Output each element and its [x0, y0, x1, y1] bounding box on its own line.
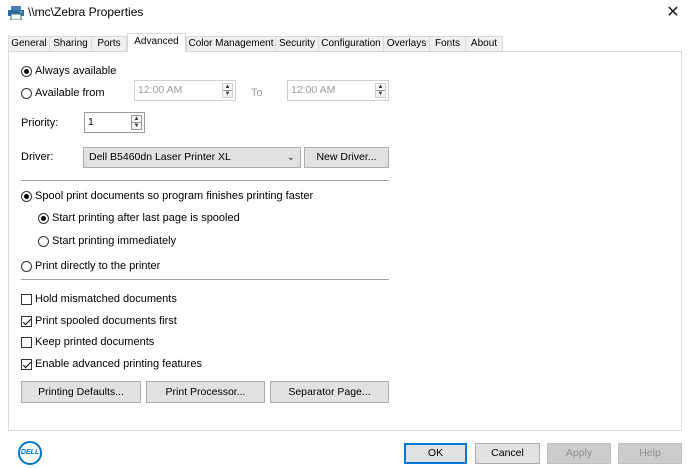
- print-directly-label: Print directly to the printer: [35, 260, 161, 272]
- driver-select[interactable]: Dell B5460dn Laser Printer XL ⌄: [83, 147, 301, 168]
- print-spooled-first-checkbox[interactable]: [21, 316, 32, 327]
- to-time-spinner[interactable]: ▲ ▼: [375, 83, 386, 98]
- printer-icon: [8, 6, 24, 20]
- hold-mismatched-checkbox[interactable]: [21, 294, 32, 305]
- tab-security[interactable]: Security: [275, 36, 319, 51]
- spool-label: Spool print documents so program finishe…: [35, 190, 314, 202]
- enable-advanced-features-label: Enable advanced printing features: [35, 358, 202, 370]
- spool-radio[interactable]: [21, 191, 32, 202]
- priority-value: 1: [88, 116, 94, 128]
- start-immediately-label: Start printing immediately: [52, 235, 177, 247]
- tab-sharing[interactable]: Sharing: [49, 36, 92, 51]
- chevron-down-icon: ⌄: [286, 152, 295, 163]
- always-available-radio[interactable]: [21, 66, 32, 77]
- tab-general[interactable]: General: [8, 36, 50, 51]
- driver-label: Driver:: [21, 151, 54, 163]
- priority-stepper[interactable]: 1 ▲ ▼: [84, 112, 145, 133]
- printing-defaults-button[interactable]: Printing Defaults...: [21, 381, 141, 403]
- spin-down-icon[interactable]: ▼: [132, 123, 141, 129]
- tab-color-management[interactable]: Color Management: [186, 36, 276, 51]
- separator-page-button[interactable]: Separator Page...: [270, 381, 389, 403]
- available-from-time-value: 12:00 AM: [138, 84, 183, 96]
- spin-down-icon[interactable]: ▼: [376, 91, 385, 97]
- tab-ports[interactable]: Ports: [91, 36, 127, 51]
- divider: [21, 180, 389, 181]
- available-from-label: Available from: [35, 87, 105, 99]
- print-spooled-first-label: Print spooled documents first: [35, 315, 177, 327]
- keep-printed-label: Keep printed documents: [35, 336, 155, 348]
- tab-fonts[interactable]: Fonts: [429, 36, 466, 51]
- from-time-spinner[interactable]: ▲ ▼: [222, 83, 233, 98]
- title-bar: \\mc\Zebra Properties ✕: [0, 0, 690, 28]
- print-directly-radio[interactable]: [21, 261, 32, 272]
- start-immediately-radio[interactable]: [38, 236, 49, 247]
- keep-printed-checkbox[interactable]: [21, 337, 32, 348]
- tab-advanced[interactable]: Advanced: [127, 33, 186, 52]
- tab-about[interactable]: About: [465, 36, 503, 51]
- new-driver-button[interactable]: New Driver...: [304, 147, 389, 168]
- priority-spinner[interactable]: ▲ ▼: [131, 115, 142, 130]
- always-available-label: Always available: [35, 65, 117, 77]
- hold-mismatched-label: Hold mismatched documents: [35, 293, 177, 305]
- close-icon[interactable]: ✕: [660, 2, 686, 24]
- available-to-time-field[interactable]: 12:00 AM ▲ ▼: [287, 80, 389, 101]
- dell-logo: DELL: [18, 441, 42, 465]
- tab-overlays[interactable]: Overlays: [383, 36, 430, 51]
- apply-button[interactable]: Apply: [547, 443, 611, 464]
- available-from-radio[interactable]: [21, 88, 32, 99]
- driver-value: Dell B5460dn Laser Printer XL: [89, 151, 231, 163]
- divider: [21, 279, 389, 280]
- ok-button[interactable]: OK: [404, 443, 467, 464]
- enable-advanced-features-checkbox[interactable]: [21, 359, 32, 370]
- print-processor-button[interactable]: Print Processor...: [146, 381, 265, 403]
- start-after-last-page-radio[interactable]: [38, 213, 49, 224]
- priority-label: Priority:: [21, 117, 59, 129]
- help-button[interactable]: Help: [618, 443, 682, 464]
- window-title: \\mc\Zebra Properties: [28, 5, 144, 19]
- available-from-time-field[interactable]: 12:00 AM ▲ ▼: [134, 80, 236, 101]
- tab-configuration[interactable]: Configuration: [318, 36, 384, 51]
- to-label: To: [251, 87, 263, 99]
- start-after-last-page-label: Start printing after last page is spoole…: [52, 212, 240, 224]
- available-to-time-value: 12:00 AM: [291, 84, 336, 96]
- cancel-button[interactable]: Cancel: [475, 443, 540, 464]
- spin-down-icon[interactable]: ▼: [223, 91, 232, 97]
